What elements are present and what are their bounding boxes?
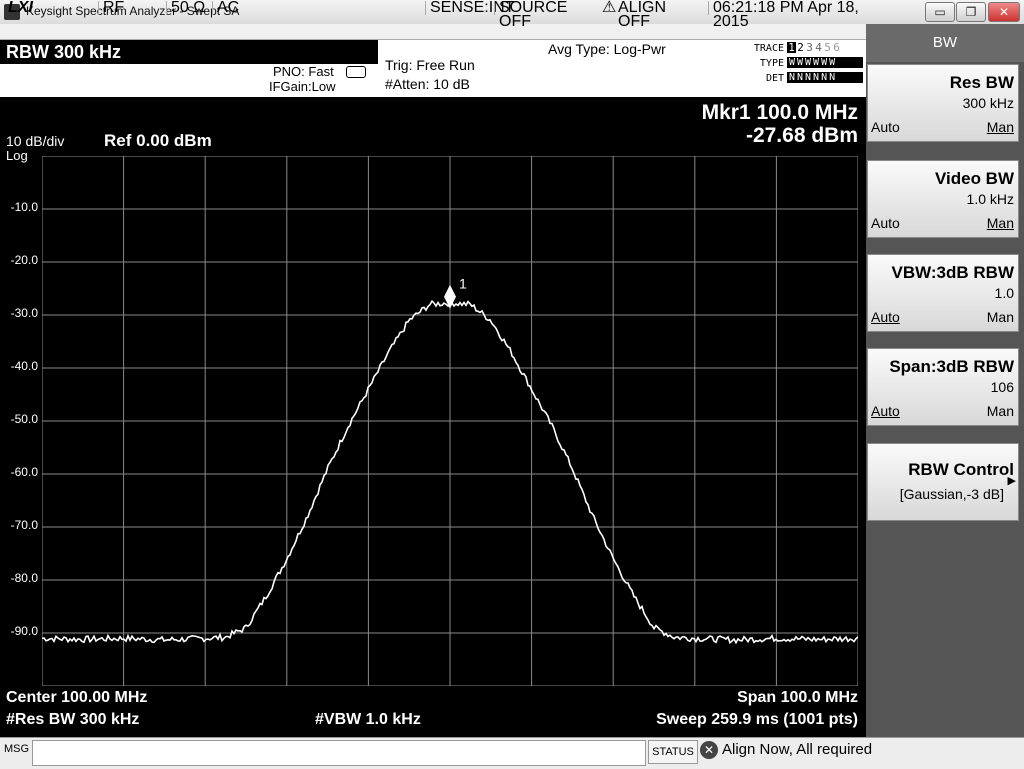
close-button[interactable]: ✕ (988, 2, 1020, 22)
det-label: DET (765, 73, 784, 84)
trigger-label: Trig: Free Run (385, 57, 475, 73)
softkey-auto-option: Auto (871, 309, 900, 325)
res-bw-softkey[interactable]: Res BW 300 kHz Auto Man (867, 64, 1019, 142)
trace-4-indicator: 4 (815, 41, 822, 54)
marker-1-label: 1 (459, 276, 467, 292)
y-tick-label: -30.0 (10, 306, 38, 320)
ref-level-label: Ref 0.00 dBm (104, 131, 212, 150)
source-label: SOURCE OFF (494, 0, 579, 30)
menu-title: BW (866, 24, 1024, 62)
det-values: NNNNNN (787, 72, 863, 83)
warning-icon: ⚠ (602, 0, 617, 16)
submenu-arrow-icon: ▶ (1007, 475, 1016, 487)
spectrum-plot: 1 (42, 156, 858, 686)
type-values: WWWWWW (787, 57, 863, 68)
type-label: TYPE (759, 58, 784, 69)
softkey-value: 1.0 kHz (966, 191, 1014, 207)
scale-label: 10 dB/div (6, 133, 65, 149)
y-tick-label: -60.0 (10, 465, 38, 479)
softkey-man-option: Man (986, 119, 1014, 135)
marker-frequency: Mkr1 100.0 MHz (701, 101, 858, 124)
softkey-value: 1.0 (994, 285, 1014, 301)
softkey-auto-option: Auto (871, 215, 900, 231)
video-bw-softkey[interactable]: Video BW 1.0 kHz Auto Man (867, 160, 1019, 238)
datetime-label: 06:21:18 PM Apr 18, 2015 (708, 0, 869, 30)
y-tick-label: -20.0 (10, 253, 38, 267)
softkey-label: Span:3dB RBW (889, 357, 1014, 376)
softkey-label: Video BW (934, 169, 1014, 188)
vbw-label: #VBW 1.0 kHz (315, 711, 421, 728)
y-tick-label: -10.0 (10, 200, 38, 214)
error-icon: ✕ (700, 741, 718, 759)
softkey-auto-option: Auto (871, 119, 900, 135)
y-tick-label: -80.0 (10, 571, 38, 585)
span-label: Span 100.0 MHz (737, 689, 858, 706)
trace-2-indicator: 2 (797, 41, 804, 54)
res-bw-label: #Res BW 300 kHz (6, 711, 140, 728)
sense-label: SENSE:INT (425, 0, 514, 16)
y-tick-label: -70.0 (10, 518, 38, 532)
pno-label: PNO: Fast (273, 64, 334, 79)
center-freq-label: Center 100.00 MHz (6, 689, 148, 706)
softkey-value: [Gaussian,-3 dB] (899, 486, 1004, 502)
pno-switch-icon (346, 66, 366, 78)
trace-1-indicator: 1 (787, 41, 796, 54)
y-tick-label: -40.0 (10, 359, 38, 373)
span-rbw-softkey[interactable]: Span:3dB RBW 106 Auto Man (867, 348, 1019, 426)
lxi-label: LXI (8, 0, 33, 16)
y-tick-label: -90.0 (10, 624, 38, 638)
softkey-auto-option: Auto (871, 403, 900, 419)
atten-label: #Atten: 10 dB (385, 76, 470, 92)
y-tick-label: -50.0 (10, 412, 38, 426)
trace-label: TRACE (753, 43, 784, 54)
msg-label: MSG (4, 743, 30, 755)
status-button[interactable]: STATUS (648, 740, 698, 764)
status-message: Align Now, All required (722, 741, 873, 758)
trace-indicators: 123456 (787, 42, 841, 53)
avg-type-label: Avg Type: Log-Pwr (548, 41, 666, 57)
trace-5-indicator: 5 (824, 41, 831, 54)
log-label: Log (6, 148, 28, 163)
align-label: ALIGN OFF (618, 0, 667, 30)
sweep-label: Sweep 259.9 ms (1001 pts) (656, 711, 858, 728)
softkey-man-option: Man (986, 403, 1014, 419)
minimize-button[interactable]: ▭ (925, 2, 955, 22)
marker-amplitude: -27.68 dBm (745, 124, 858, 147)
vbw-rbw-softkey[interactable]: VBW:3dB RBW 1.0 Auto Man (867, 254, 1019, 332)
rbw-control-softkey[interactable]: RBW Control [Gaussian,-3 dB] ▶ (867, 443, 1019, 521)
impedance-label: 50 Ω (166, 0, 211, 16)
softkey-label: Res BW (949, 73, 1014, 92)
trace-3-indicator: 3 (806, 41, 813, 54)
softkey-label: VBW:3dB RBW (891, 263, 1014, 282)
softkey-man-option: Man (986, 309, 1014, 325)
trace-6-indicator: 6 (833, 41, 840, 54)
rf-input-label: RF (98, 0, 163, 16)
message-field (32, 740, 646, 766)
coupling-label: AC (212, 0, 257, 16)
softkey-label: RBW Control (908, 460, 1014, 479)
graticule-grid (42, 156, 858, 686)
softkey-man-option: Man (986, 215, 1014, 231)
softkey-value: 106 (990, 379, 1014, 395)
softkey-value: 300 kHz (962, 95, 1014, 111)
ifgain-label: IFGain:Low (269, 79, 336, 94)
active-function-rbw: RBW 300 kHz (0, 40, 378, 64)
restore-button[interactable]: ❐ (956, 2, 986, 22)
